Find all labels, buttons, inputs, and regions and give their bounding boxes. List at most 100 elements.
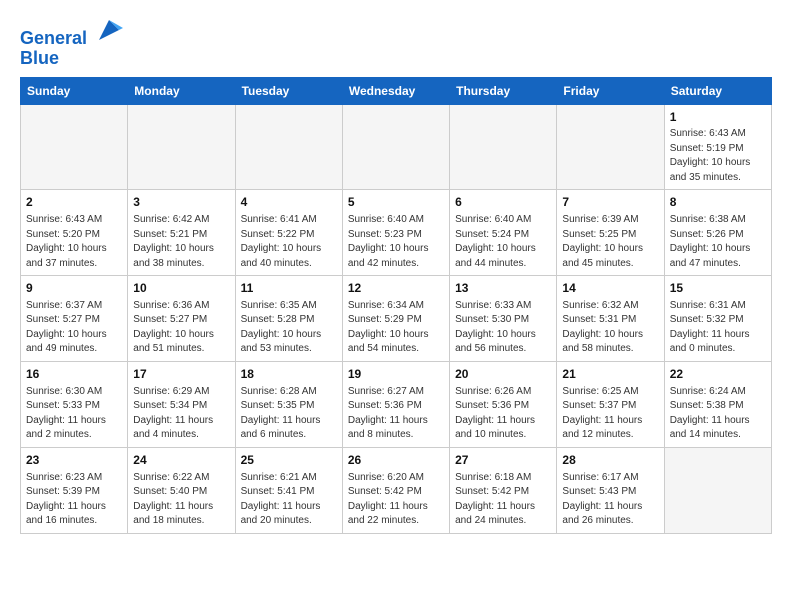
calendar-day: 18 Sunrise: 6:28 AM Sunset: 5:35 PM Dayli…	[235, 361, 342, 447]
day-info: Sunrise: 6:39 AM Sunset: 5:25 PM Dayligh…	[562, 213, 658, 271]
calendar-day: 26 Sunrise: 6:20 AM Sunset: 5:42 PM Dayli…	[342, 447, 449, 533]
day-number: 11	[241, 280, 337, 297]
calendar-header: SundayMondayTuesdayWednesdayThursdayFrid…	[21, 77, 772, 104]
weekday-header-tuesday: Tuesday	[235, 77, 342, 104]
logo-icon	[95, 16, 123, 44]
day-info: Sunrise: 6:37 AM Sunset: 5:27 PM Dayligh…	[26, 299, 122, 357]
day-number: 18	[241, 366, 337, 383]
calendar-day: 3Sunrise: 6:42 AM Sunset: 5:21 PM Daylig…	[128, 190, 235, 276]
calendar-day: 24 Sunrise: 6:22 AM Sunset: 5:40 PM Dayli…	[128, 447, 235, 533]
calendar-day	[342, 104, 449, 190]
calendar-day: 2 Sunrise: 6:43 AM Sunset: 5:20 PM Daylig…	[21, 190, 128, 276]
logo: General Blue	[20, 16, 123, 69]
day-number: 27	[455, 452, 551, 469]
day-number: 6	[455, 194, 551, 211]
day-info: Sunrise: 6:18 AM Sunset: 5:42 PM Dayligh…	[455, 471, 551, 529]
day-number: 1	[670, 109, 766, 126]
calendar-day: 16 Sunrise: 6:30 AM Sunset: 5:33 PM Dayli…	[21, 361, 128, 447]
day-info: Sunrise: 6:38 AM Sunset: 5:26 PM Dayligh…	[670, 213, 766, 271]
day-number: 13	[455, 280, 551, 297]
day-info: Sunrise: 6:42 AM Sunset: 5:21 PM Dayligh…	[133, 213, 229, 271]
calendar-day: 17 Sunrise: 6:29 AM Sunset: 5:34 PM Dayli…	[128, 361, 235, 447]
calendar-day	[557, 104, 664, 190]
calendar-day: 10Sunrise: 6:36 AM Sunset: 5:27 PM Dayli…	[128, 276, 235, 362]
day-info: Sunrise: 6:32 AM Sunset: 5:31 PM Dayligh…	[562, 299, 658, 357]
logo-general: General	[20, 28, 87, 48]
day-info: Sunrise: 6:17 AM Sunset: 5:43 PM Dayligh…	[562, 471, 658, 529]
day-info: Sunrise: 6:31 AM Sunset: 5:32 PM Dayligh…	[670, 299, 766, 357]
calendar-day	[235, 104, 342, 190]
day-number: 22	[670, 366, 766, 383]
calendar-day	[128, 104, 235, 190]
day-info: Sunrise: 6:23 AM Sunset: 5:39 PM Dayligh…	[26, 471, 122, 529]
day-number: 12	[348, 280, 444, 297]
day-number: 4	[241, 194, 337, 211]
day-info: Sunrise: 6:29 AM Sunset: 5:34 PM Dayligh…	[133, 385, 229, 443]
weekday-header-row: SundayMondayTuesdayWednesdayThursdayFrid…	[21, 77, 772, 104]
calendar-day: 12 Sunrise: 6:34 AM Sunset: 5:29 PM Dayli…	[342, 276, 449, 362]
day-info: Sunrise: 6:28 AM Sunset: 5:35 PM Dayligh…	[241, 385, 337, 443]
calendar-day: 22 Sunrise: 6:24 AM Sunset: 5:38 PM Dayli…	[664, 361, 771, 447]
day-info: Sunrise: 6:27 AM Sunset: 5:36 PM Dayligh…	[348, 385, 444, 443]
calendar-day: 21 Sunrise: 6:25 AM Sunset: 5:37 PM Dayli…	[557, 361, 664, 447]
day-number: 25	[241, 452, 337, 469]
page-container: General Blue SundayMondayTuesdayWednesda…	[0, 0, 792, 544]
calendar-day: 20 Sunrise: 6:26 AM Sunset: 5:36 PM Dayli…	[450, 361, 557, 447]
day-number: 5	[348, 194, 444, 211]
day-info: Sunrise: 6:20 AM Sunset: 5:42 PM Dayligh…	[348, 471, 444, 529]
calendar-day: 1Sunrise: 6:43 AM Sunset: 5:19 PM Daylig…	[664, 104, 771, 190]
header: General Blue	[20, 16, 772, 69]
calendar-day: 28 Sunrise: 6:17 AM Sunset: 5:43 PM Dayli…	[557, 447, 664, 533]
weekday-header-wednesday: Wednesday	[342, 77, 449, 104]
calendar-day: 23Sunrise: 6:23 AM Sunset: 5:39 PM Dayli…	[21, 447, 128, 533]
calendar-day: 15 Sunrise: 6:31 AM Sunset: 5:32 PM Dayli…	[664, 276, 771, 362]
calendar-week-4: 16 Sunrise: 6:30 AM Sunset: 5:33 PM Dayli…	[21, 361, 772, 447]
day-info: Sunrise: 6:40 AM Sunset: 5:23 PM Dayligh…	[348, 213, 444, 271]
calendar-day: 25 Sunrise: 6:21 AM Sunset: 5:41 PM Dayli…	[235, 447, 342, 533]
calendar-week-5: 23Sunrise: 6:23 AM Sunset: 5:39 PM Dayli…	[21, 447, 772, 533]
day-number: 17	[133, 366, 229, 383]
calendar-day: 11 Sunrise: 6:35 AM Sunset: 5:28 PM Dayli…	[235, 276, 342, 362]
day-info: Sunrise: 6:40 AM Sunset: 5:24 PM Dayligh…	[455, 213, 551, 271]
calendar-table: SundayMondayTuesdayWednesdayThursdayFrid…	[20, 77, 772, 534]
day-info: Sunrise: 6:41 AM Sunset: 5:22 PM Dayligh…	[241, 213, 337, 271]
day-info: Sunrise: 6:33 AM Sunset: 5:30 PM Dayligh…	[455, 299, 551, 357]
day-number: 8	[670, 194, 766, 211]
day-number: 26	[348, 452, 444, 469]
calendar-day: 8 Sunrise: 6:38 AM Sunset: 5:26 PM Daylig…	[664, 190, 771, 276]
calendar-day: 14Sunrise: 6:32 AM Sunset: 5:31 PM Dayli…	[557, 276, 664, 362]
logo-line2: Blue	[20, 49, 123, 69]
day-info: Sunrise: 6:30 AM Sunset: 5:33 PM Dayligh…	[26, 385, 122, 443]
day-number: 24	[133, 452, 229, 469]
day-number: 28	[562, 452, 658, 469]
day-info: Sunrise: 6:21 AM Sunset: 5:41 PM Dayligh…	[241, 471, 337, 529]
day-info: Sunrise: 6:26 AM Sunset: 5:36 PM Dayligh…	[455, 385, 551, 443]
day-number: 7	[562, 194, 658, 211]
calendar-day: 5 Sunrise: 6:40 AM Sunset: 5:23 PM Daylig…	[342, 190, 449, 276]
weekday-header-saturday: Saturday	[664, 77, 771, 104]
calendar-day: 9 Sunrise: 6:37 AM Sunset: 5:27 PM Daylig…	[21, 276, 128, 362]
calendar-day: 4 Sunrise: 6:41 AM Sunset: 5:22 PM Daylig…	[235, 190, 342, 276]
weekday-header-monday: Monday	[128, 77, 235, 104]
day-info: Sunrise: 6:24 AM Sunset: 5:38 PM Dayligh…	[670, 385, 766, 443]
weekday-header-sunday: Sunday	[21, 77, 128, 104]
logo-text-block: General Blue	[20, 16, 123, 69]
day-number: 21	[562, 366, 658, 383]
day-number: 20	[455, 366, 551, 383]
weekday-header-thursday: Thursday	[450, 77, 557, 104]
day-info: Sunrise: 6:43 AM Sunset: 5:20 PM Dayligh…	[26, 213, 122, 271]
day-number: 2	[26, 194, 122, 211]
calendar-day: 19 Sunrise: 6:27 AM Sunset: 5:36 PM Dayli…	[342, 361, 449, 447]
day-info: Sunrise: 6:22 AM Sunset: 5:40 PM Dayligh…	[133, 471, 229, 529]
day-info: Sunrise: 6:35 AM Sunset: 5:28 PM Dayligh…	[241, 299, 337, 357]
calendar-week-3: 9 Sunrise: 6:37 AM Sunset: 5:27 PM Daylig…	[21, 276, 772, 362]
day-info: Sunrise: 6:34 AM Sunset: 5:29 PM Dayligh…	[348, 299, 444, 357]
day-number: 16	[26, 366, 122, 383]
calendar-day	[450, 104, 557, 190]
calendar-day	[21, 104, 128, 190]
calendar-day: 13 Sunrise: 6:33 AM Sunset: 5:30 PM Dayli…	[450, 276, 557, 362]
day-info: Sunrise: 6:25 AM Sunset: 5:37 PM Dayligh…	[562, 385, 658, 443]
day-number: 9	[26, 280, 122, 297]
day-number: 15	[670, 280, 766, 297]
day-number: 19	[348, 366, 444, 383]
